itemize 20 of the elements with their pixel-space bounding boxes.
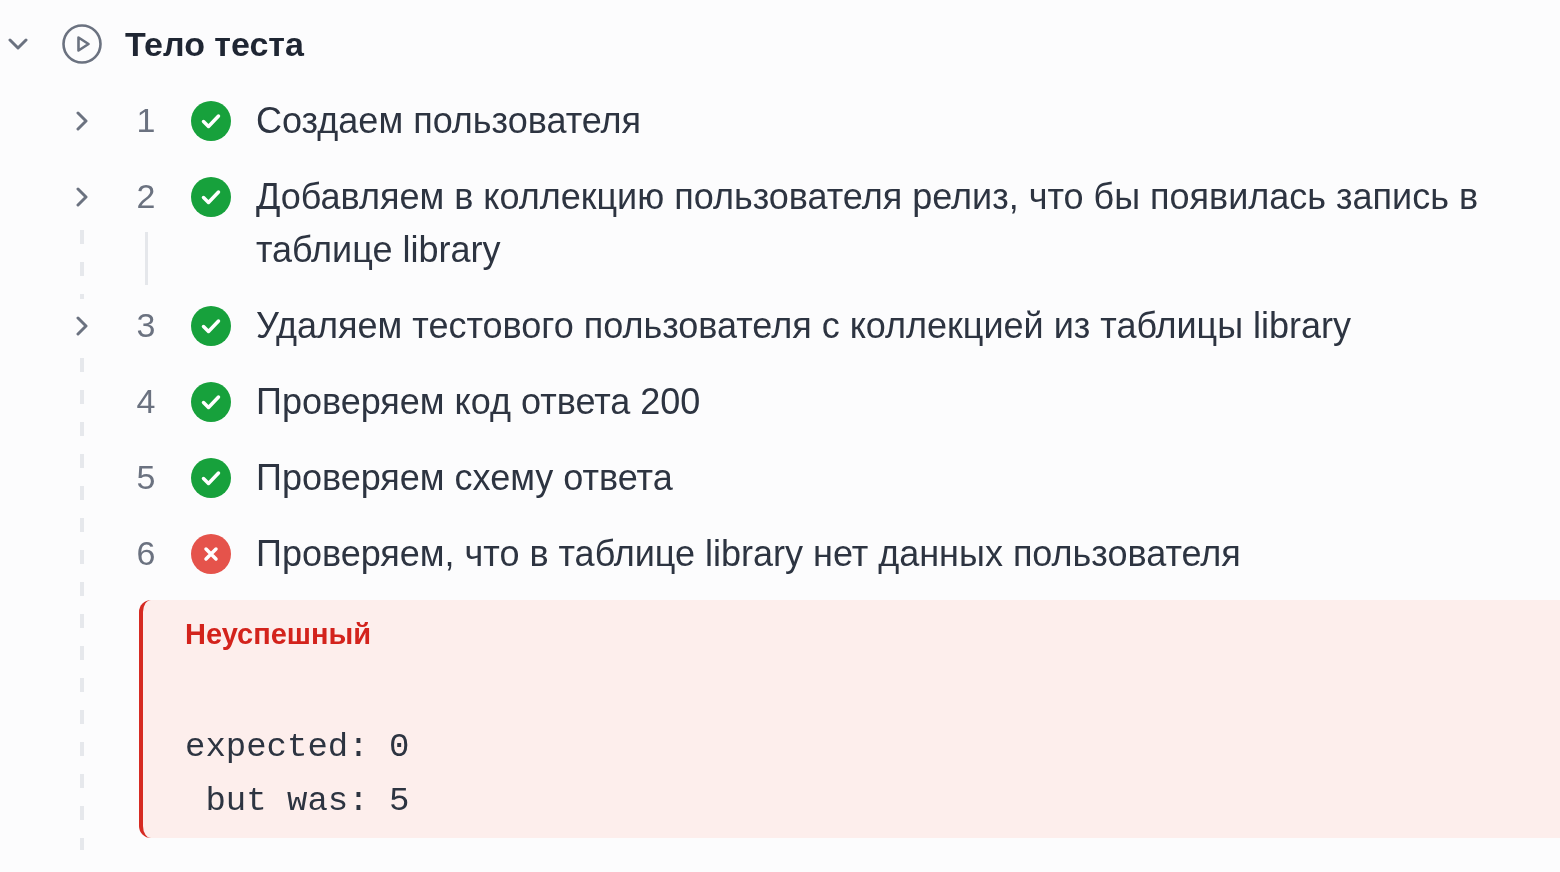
section-title: Тело теста bbox=[125, 24, 304, 64]
chevron-right-icon[interactable] bbox=[76, 186, 88, 207]
step-number: 6 bbox=[136, 533, 156, 574]
chevron-down-icon[interactable] bbox=[8, 38, 28, 50]
chevron-right-icon[interactable] bbox=[76, 315, 88, 336]
step-title: Проверяем код ответа 200 bbox=[256, 380, 701, 424]
step-title: Удаляем тестового пользователя с коллекцией из таблицы library bbox=[256, 304, 1352, 348]
step-title: Проверяем, что в таблице library нет данных пользователя bbox=[256, 532, 1241, 576]
step-title: Добавляем в коллекцию пользователя релиз, что бы появилась запись в таблице library bbox=[256, 175, 1480, 272]
step-number: 3 bbox=[136, 305, 156, 346]
play-circle-icon bbox=[62, 24, 102, 64]
step-title: Проверяем схему ответа bbox=[256, 456, 673, 500]
chevron-right-icon[interactable] bbox=[76, 110, 88, 131]
step-number: 5 bbox=[136, 457, 156, 498]
step-number: 2 bbox=[136, 176, 156, 217]
step-number: 4 bbox=[136, 381, 156, 422]
error-message: expected: 0 but was: 5 bbox=[185, 727, 410, 822]
step-number: 1 bbox=[136, 100, 156, 141]
error-status: Неуспешный bbox=[185, 617, 372, 652]
step-title: Создаем пользователя bbox=[256, 99, 642, 143]
